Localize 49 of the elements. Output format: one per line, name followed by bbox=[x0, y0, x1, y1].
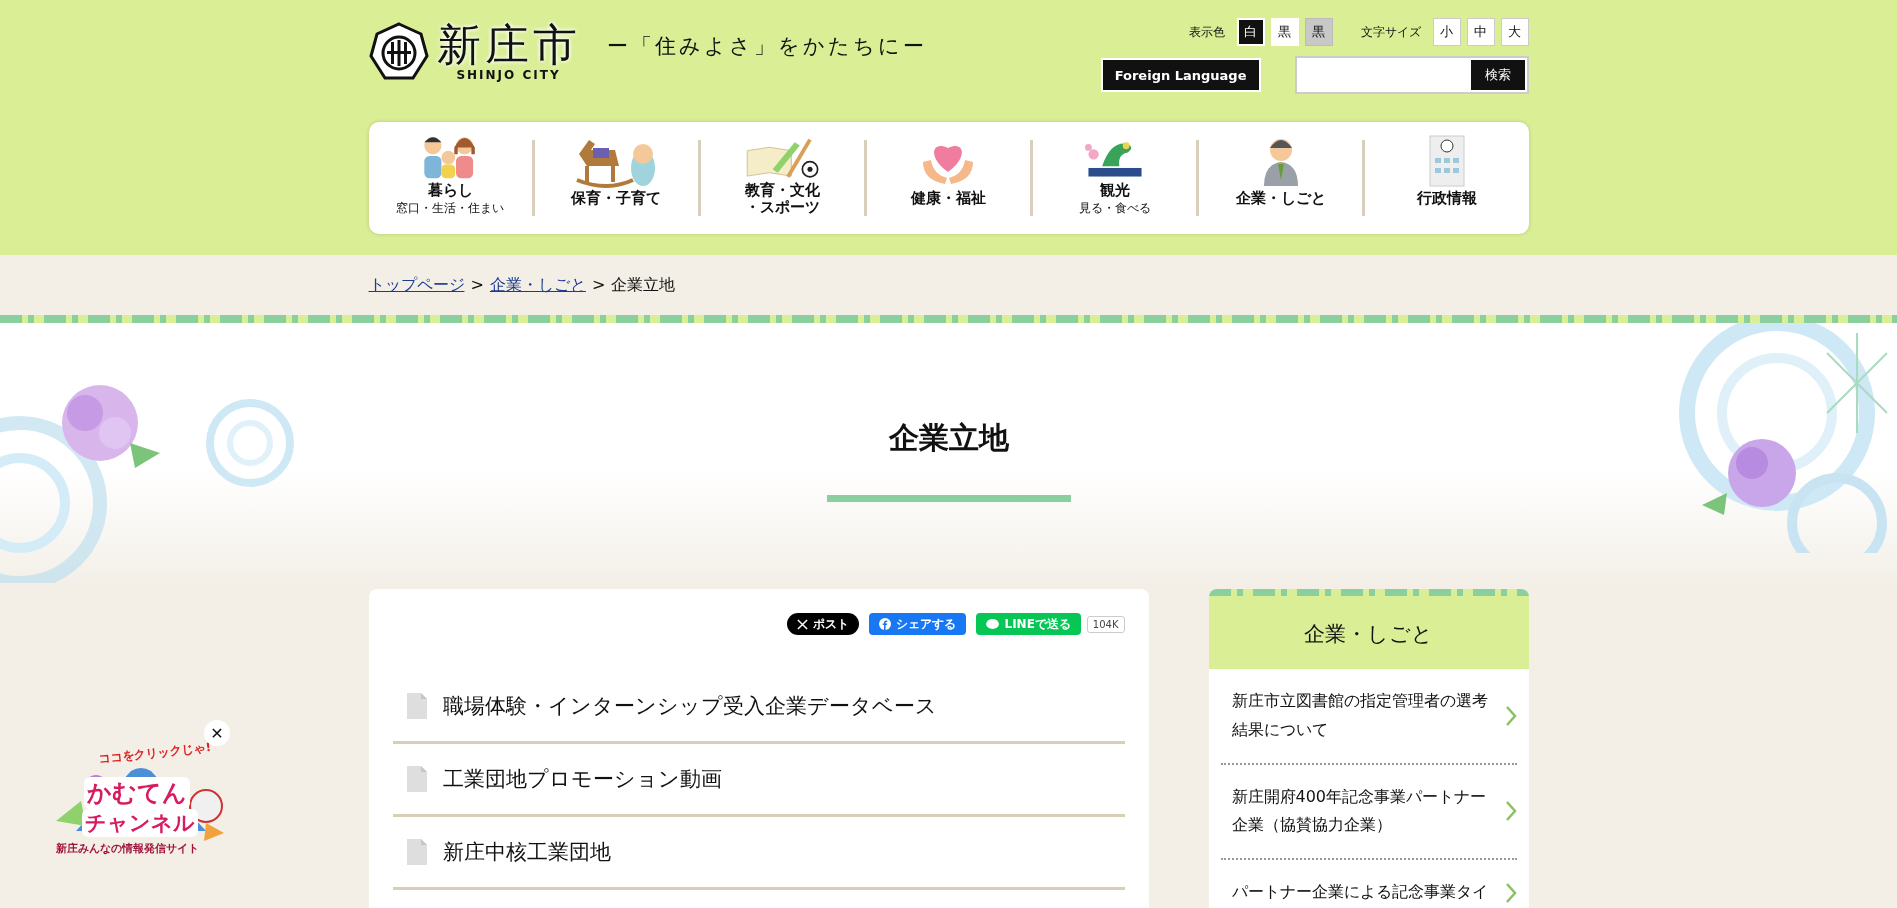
post-share-button[interactable]: ポスト bbox=[787, 613, 860, 635]
search-field[interactable]: 検索 bbox=[1294, 56, 1529, 94]
chevron-right-icon bbox=[1504, 881, 1517, 904]
category-menu-item[interactable]: 教育・文化 ・スポーツ bbox=[700, 140, 867, 216]
city-logo-subtitle: SHINJO CITY bbox=[456, 68, 561, 83]
breadcrumb-separator: > bbox=[470, 274, 484, 296]
sidebar-link[interactable]: 新庄市立図書館の指定管理者の選考結果について bbox=[1231, 687, 1493, 745]
font-size-button[interactable]: 大 bbox=[1500, 18, 1529, 46]
category-menu-item[interactable]: 保育・子育て bbox=[534, 140, 701, 216]
category-menu-item[interactable]: 観光 見る・食べる bbox=[1033, 140, 1200, 216]
banner-title: チャンネル bbox=[82, 809, 198, 837]
sidebar-link[interactable]: 新庄開府400年記念事業パートナー企業（協賛協力企業） bbox=[1231, 782, 1493, 841]
chevron-right-icon bbox=[1504, 800, 1517, 823]
chevron-right-icon bbox=[1504, 704, 1517, 727]
document-icon bbox=[406, 839, 427, 865]
city-logo-title[interactable]: 新庄市 bbox=[436, 21, 581, 69]
category-menu-item[interactable]: 企業・しごと bbox=[1199, 140, 1366, 216]
document-icon bbox=[406, 766, 427, 792]
display-color-button[interactable]: 白 bbox=[1236, 18, 1265, 46]
breadcrumb-current: 企業立地 bbox=[611, 274, 676, 296]
font-size-button[interactable]: 中 bbox=[1466, 18, 1495, 46]
banner-title: かむてん bbox=[84, 777, 190, 809]
speech-bubble-icon bbox=[986, 618, 1000, 630]
page-link[interactable]: 職場体験・インターンシップ受入企業データベース bbox=[442, 692, 937, 720]
breadcrumb-link[interactable]: 企業・しごと bbox=[489, 274, 586, 296]
facebook-share-button[interactable]: シェアする bbox=[869, 613, 967, 635]
breadcrumb-link[interactable]: トップページ bbox=[368, 274, 465, 296]
category-menu-item[interactable]: 暮らし 窓口・生活・住まい bbox=[368, 140, 535, 216]
share-count: 104K bbox=[1086, 615, 1125, 633]
document-icon bbox=[406, 693, 427, 719]
display-color-label: 表示色 bbox=[1188, 23, 1225, 41]
category-menu-item[interactable]: 行政情報 bbox=[1365, 140, 1529, 216]
banner-caption: 新庄みんなの情報発信サイト bbox=[56, 841, 199, 856]
foreign-language-button[interactable]: Foreign Language bbox=[1100, 58, 1261, 92]
category-menu-item[interactable]: 健康・福祉 bbox=[866, 140, 1034, 216]
font-size-label: 文字サイズ bbox=[1360, 23, 1421, 41]
display-color-button[interactable]: 黒 bbox=[1304, 18, 1333, 46]
facebook-logo-icon bbox=[879, 618, 892, 630]
breadcrumb-separator: > bbox=[591, 274, 606, 296]
font-size-button[interactable]: 小 bbox=[1432, 18, 1461, 46]
search-button[interactable]: 検索 bbox=[1470, 60, 1525, 90]
display-color-button[interactable]: 黒 bbox=[1270, 18, 1299, 46]
city-tagline: ー「住みよさ」をかたちにー bbox=[606, 33, 927, 60]
sidebar-title: 企業・しごと bbox=[1303, 621, 1434, 648]
x-logo-icon bbox=[797, 618, 809, 630]
page-link[interactable]: 新庄中核工業団地 bbox=[442, 838, 611, 866]
page-link[interactable]: 工業団地プロモーション動画 bbox=[442, 765, 722, 793]
page-title: 企業立地 bbox=[888, 419, 1009, 457]
sidebar-link[interactable]: パートナー企業による記念事業タイ bbox=[1231, 878, 1493, 907]
